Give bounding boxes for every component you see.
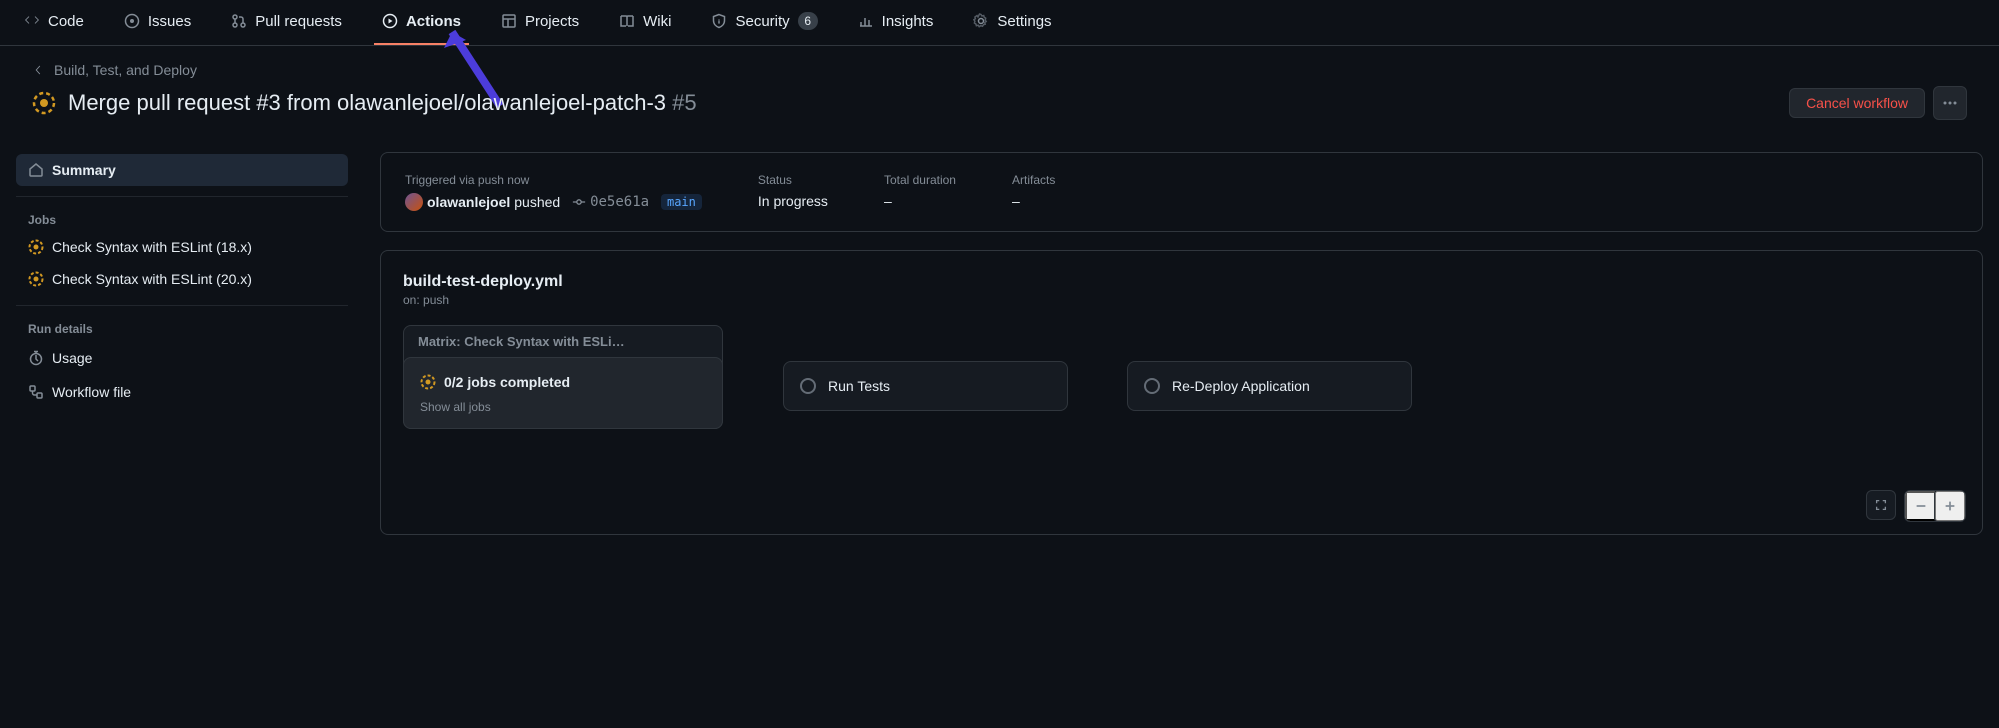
tab-code[interactable]: Code [16,1,92,45]
tab-projects[interactable]: Projects [493,1,587,45]
in-progress-icon [28,239,44,255]
tab-label: Settings [997,13,1051,30]
duration-value: – [884,193,956,209]
git-commit-icon [572,195,586,209]
queued-icon [1144,378,1160,394]
sidebar-item-label: Check Syntax with ESLint (20.x) [52,271,252,287]
zoom-controls [1866,490,1966,522]
sidebar-item-label: Workflow file [52,384,131,400]
tab-actions[interactable]: Actions [374,1,469,45]
matrix-status-text: 0/2 jobs completed [444,374,570,390]
sidebar-heading-jobs: Jobs [16,205,348,231]
workflow-trigger: on: push [403,293,1960,307]
tab-label: Pull requests [255,13,342,30]
workflow-icon [28,384,44,400]
tab-wiki[interactable]: Wiki [611,1,679,45]
tab-security[interactable]: Security 6 [703,0,825,45]
avatar[interactable] [405,193,423,211]
stage-label: Re-Deploy Application [1172,378,1310,394]
divider [16,196,348,197]
sidebar: Summary Jobs Check Syntax with ESLint (1… [16,152,356,535]
sidebar-item-label: Usage [52,350,92,366]
table-icon [501,13,517,29]
tab-label: Insights [882,13,934,30]
matrix-header: Matrix: Check Syntax with ESLi… [404,326,644,358]
kebab-icon [1942,95,1958,111]
plus-icon [1943,499,1957,513]
zoom-out-button[interactable] [1905,491,1935,521]
status-value: In progress [758,193,828,209]
zoom-in-button[interactable] [1935,491,1965,521]
workflow-graph-panel: build-test-deploy.yml on: push Matrix: C… [380,250,1983,535]
tab-issues[interactable]: Issues [116,1,199,45]
stage-run-tests[interactable]: Run Tests [783,361,1068,411]
fullscreen-icon [1874,498,1888,512]
run-title: Merge pull request #3 from olawanlejoel/… [68,90,697,116]
back-link[interactable]: Build, Test, and Deploy [32,62,1967,78]
sidebar-item-workflow-file[interactable]: Workflow file [16,376,348,408]
minus-icon [1914,499,1928,513]
matrix-node: Matrix: Check Syntax with ESLi… 0/2 jobs… [403,325,723,429]
show-all-jobs-link[interactable]: Show all jobs [420,400,706,414]
gear-icon [973,13,989,29]
in-progress-icon [420,374,436,390]
triggered-label: Triggered via push now [405,173,702,187]
sidebar-item-label: Check Syntax with ESLint (18.x) [52,239,252,255]
artifacts-value: – [1012,193,1055,209]
stage-redeploy[interactable]: Re-Deploy Application [1127,361,1412,411]
tab-label: Projects [525,13,579,30]
commit-link[interactable]: 0e5e61a [572,194,649,210]
sidebar-job-2[interactable]: Check Syntax with ESLint (20.x) [16,263,348,295]
in-progress-icon [28,271,44,287]
repo-nav: Code Issues Pull requests Actions Projec… [0,0,1999,46]
tab-insights[interactable]: Insights [850,1,942,45]
matrix-body[interactable]: 0/2 jobs completed Show all jobs [403,357,723,429]
pushed-text: pushed [514,194,560,210]
stopwatch-icon [28,350,44,366]
sidebar-job-1[interactable]: Check Syntax with ESLint (18.x) [16,231,348,263]
summary-card: Triggered via push now olawanlejoel push… [380,152,1983,232]
play-icon [382,13,398,29]
book-icon [619,13,635,29]
tab-label: Code [48,13,84,30]
cancel-workflow-button[interactable]: Cancel workflow [1789,88,1925,118]
sidebar-item-label: Summary [52,162,116,178]
arrow-left-icon [32,62,48,78]
in-progress-icon [32,91,56,115]
run-number: #5 [672,90,696,115]
fullscreen-button[interactable] [1866,490,1896,520]
graph-canvas[interactable]: Matrix: Check Syntax with ESLi… 0/2 jobs… [403,325,1960,485]
issue-icon [124,13,140,29]
more-options-button[interactable] [1933,86,1967,120]
status-label: Status [758,173,828,187]
sidebar-item-summary[interactable]: Summary [16,154,348,186]
security-count-badge: 6 [798,12,818,30]
workflow-header: Build, Test, and Deploy Merge pull reque… [0,46,1999,136]
author-link[interactable]: olawanlejoel [427,194,510,210]
graph-icon [858,13,874,29]
code-icon [24,13,40,29]
workflow-file-name: build-test-deploy.yml [403,273,1960,291]
tab-pull-requests[interactable]: Pull requests [223,1,350,45]
home-icon [28,162,44,178]
divider [16,305,348,306]
stage-label: Run Tests [828,378,890,394]
tab-settings[interactable]: Settings [965,1,1059,45]
back-link-text: Build, Test, and Deploy [54,62,197,78]
tab-label: Security [735,13,789,30]
duration-label: Total duration [884,173,956,187]
tab-label: Actions [406,13,461,30]
sidebar-heading-run-details: Run details [16,314,348,340]
queued-icon [800,378,816,394]
sidebar-item-usage[interactable]: Usage [16,342,348,374]
shield-icon [711,13,727,29]
tab-label: Wiki [643,13,671,30]
artifacts-label: Artifacts [1012,173,1055,187]
tab-label: Issues [148,13,191,30]
branch-chip[interactable]: main [661,194,702,210]
git-pull-request-icon [231,13,247,29]
